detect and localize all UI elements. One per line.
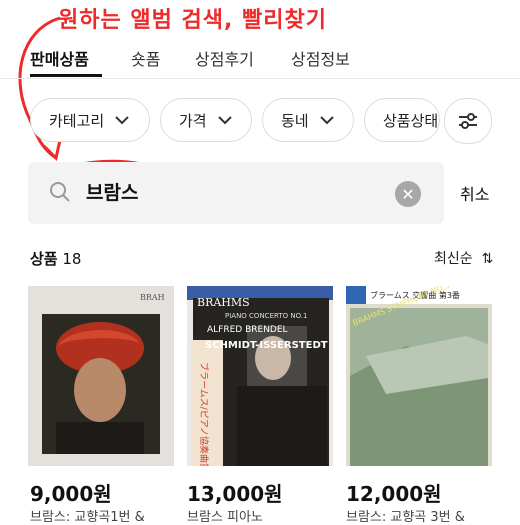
filter-condition-chip[interactable]: 상품상태 — [364, 98, 440, 142]
product-image[interactable]: BRAHMS PIANO CONCERTO NO.1 ALFRED BRENDE… — [187, 286, 333, 466]
product-price: 9,000원 — [30, 482, 112, 506]
clear-search-button[interactable]: ✕ — [395, 181, 421, 207]
chip-label: 가격 — [179, 111, 207, 130]
tab-reviews[interactable]: 상점후기 — [195, 46, 254, 70]
cancel-button[interactable]: 취소 — [460, 181, 489, 205]
chip-label: 동네 — [281, 111, 309, 130]
tab-bar: 판매상품 숏폼 상점후기 상점정보 — [0, 40, 520, 79]
tab-selling[interactable]: 판매상품 — [30, 46, 89, 70]
sort-label: 최신순 — [434, 251, 473, 267]
album-cover-art: ブラームス 交響曲 第3番 BRAHMS SYMPHONY NO.3 — [346, 286, 492, 466]
product-price: 12,000원 — [346, 482, 442, 506]
chevron-down-icon — [319, 116, 334, 125]
cover-brahms-text: BRAHMS — [197, 296, 250, 309]
sort-button[interactable]: 최신순 ⇅ — [434, 248, 493, 268]
results-number: 18 — [62, 250, 82, 268]
sliders-icon — [459, 113, 477, 129]
filter-category-chip[interactable]: 카테고리 — [30, 98, 150, 142]
cover-piano-text: PIANO CONCERTO NO.1 — [225, 312, 308, 320]
chip-label: 카테고리 — [49, 111, 105, 130]
search-input[interactable]: 브람스 — [86, 178, 138, 205]
results-count: 상품 18 — [30, 248, 81, 269]
cover-isserstedt-text: SCHMIDT-ISSERSTEDT — [205, 340, 328, 351]
chip-label: 상품상태 — [383, 111, 439, 130]
tab-shortform[interactable]: 숏폼 — [131, 46, 160, 70]
tab-store-info[interactable]: 상점정보 — [291, 46, 350, 70]
cover-brendel-text: ALFRED BRENDEL — [207, 325, 288, 335]
active-tab-indicator — [30, 74, 102, 77]
close-icon: ✕ — [401, 184, 415, 204]
filter-price-chip[interactable]: 가격 — [160, 98, 252, 142]
product-title[interactable]: 브람스 피아노 — [187, 506, 263, 525]
cover-brahms-text: BRAH — [140, 293, 165, 302]
album-cover-art: BRAHMS PIANO CONCERTO NO.1 ALFRED BRENDE… — [187, 286, 333, 466]
product-title[interactable]: 브람스: 교향곡 3번 & — [346, 506, 465, 525]
product-image[interactable]: BRAH — [28, 286, 174, 466]
product-title[interactable]: 브람스: 교향곡1번 & — [30, 506, 145, 525]
product-image[interactable]: ブラームス 交響曲 第3番 BRAHMS SYMPHONY NO.3 — [346, 286, 492, 466]
sort-icon: ⇅ — [477, 251, 494, 267]
product-price: 13,000원 — [187, 482, 283, 506]
chevron-down-icon — [217, 116, 232, 125]
chevron-down-icon — [115, 116, 129, 125]
cover-jp-text: ブラームス/ピアノ協奏曲第一番 — [198, 362, 210, 466]
results-label: 상품 — [30, 250, 58, 268]
album-cover-art: BRAH — [28, 286, 174, 466]
filter-settings-button[interactable] — [444, 98, 492, 144]
search-icon — [50, 182, 70, 202]
filter-neighborhood-chip[interactable]: 동네 — [262, 98, 354, 142]
